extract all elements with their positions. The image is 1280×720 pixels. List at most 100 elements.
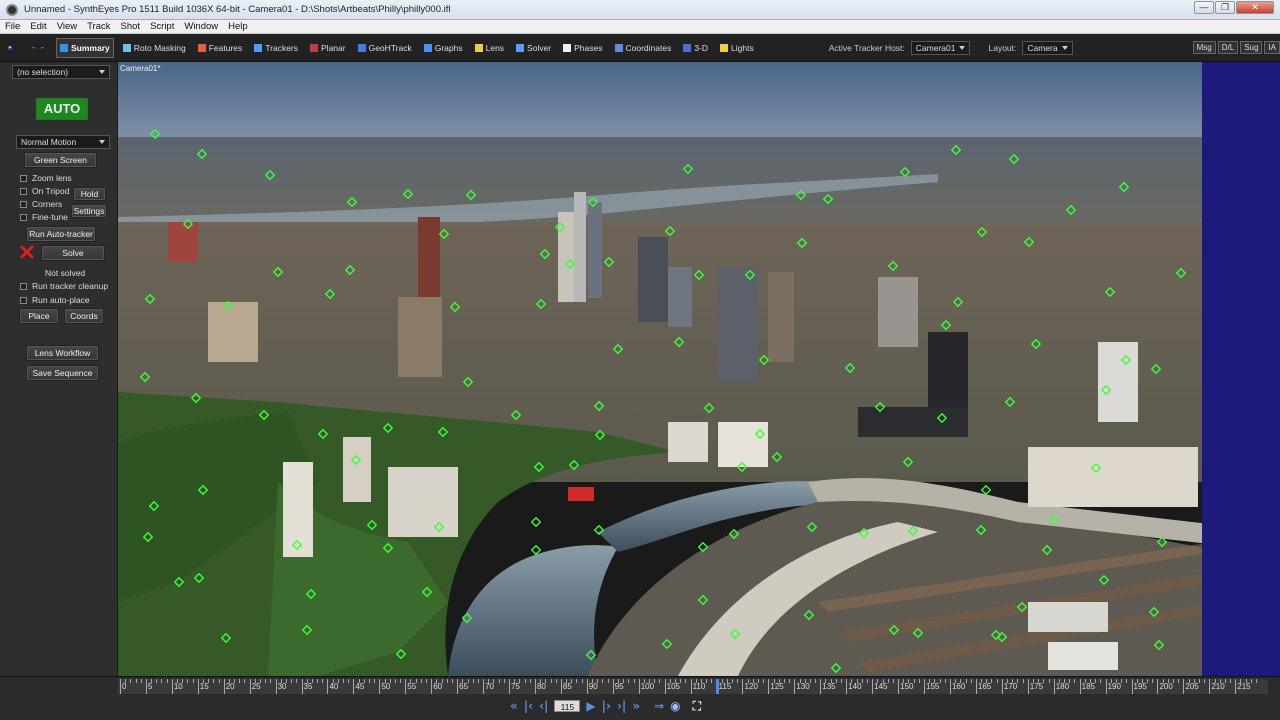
room-tab-roto-masking[interactable]: Roto Masking [120,38,189,58]
minimize-button[interactable]: — [1194,1,1214,14]
next-frame-icon[interactable]: |› [602,699,611,713]
menu-window[interactable]: Window [179,21,223,32]
menu-script[interactable]: Script [145,21,179,32]
ruler-tick [685,679,687,683]
motion-dropdown[interactable]: Normal Motion [16,135,110,149]
on-tripod-checkbox[interactable]: On Tripod [20,186,69,196]
room-icon [310,43,319,52]
room-icon [60,43,68,52]
chevron-down-icon [99,70,105,74]
room-tab-coordinates[interactable]: Coordinates [612,38,675,58]
tracker-marker[interactable] [980,484,992,496]
on-tripod-label: On Tripod [32,186,70,196]
ruler-tick-label: 15 [199,682,209,691]
room-tab-geohtrack[interactable]: GeoHTrack [355,38,415,58]
previous-frame-icon[interactable]: ‹| [539,699,548,713]
room-tab-lights[interactable]: Lights [717,38,757,58]
close-button[interactable]: ✕ [1236,1,1274,14]
menu-track[interactable]: Track [82,21,115,32]
auto-button[interactable]: AUTO [35,97,89,121]
tracker-marker[interactable] [530,516,542,528]
menu-file[interactable]: File [0,21,25,32]
ia-button[interactable]: IA [1264,41,1280,54]
sug-button[interactable]: Sug [1240,41,1263,54]
room-tab-summary[interactable]: Summary [56,37,114,58]
menu-view[interactable]: View [52,21,82,32]
ruler-tick-label: 135 [822,682,836,691]
zoom-lens-checkbox[interactable]: Zoom lens [20,173,72,183]
room-tab-phases[interactable]: Phases [560,38,605,58]
room-icon [474,43,483,52]
room-tab-features[interactable]: Features [195,38,246,58]
frame-ruler[interactable]: 0 5 10 15 20 25 30 35 40 45 50 55 60 65 70 75 80 85 90 95 10… [118,679,1268,694]
ruler-tick-label: 125 [770,682,784,691]
timebar: 0 5 10 15 20 25 30 35 40 45 50 55 60 65 70 75 80 85 90 95 10… [0,676,1280,720]
playhead[interactable] [715,679,719,694]
room-tab-planar[interactable]: Planar [307,38,349,58]
redo-icon[interactable] [40,40,44,56]
ruler-tick [1105,679,1107,694]
ruler-tick [841,679,843,683]
place-button[interactable]: Place [19,308,59,324]
ruler-tick [249,679,251,694]
run-auto-place-checkbox[interactable]: Run auto-place [20,295,90,305]
ruler-tick [768,679,770,694]
camera-viewport[interactable]: Camera01* [118,62,1280,676]
msg-button[interactable]: Msg [1192,41,1216,54]
fit-frame-icon[interactable]: ⛶ [693,699,701,714]
next-key-icon[interactable]: ›| [617,699,626,713]
save-sequence-button[interactable]: Save Sequence [26,365,99,381]
room-tab-trackers[interactable]: Trackers [251,38,301,58]
ruler-tick [145,679,147,694]
ruler-tick [1121,679,1123,683]
dl-button[interactable]: D/L [1217,41,1239,54]
room-tab-label: Graphs [434,42,463,53]
chevron-down-icon [99,140,105,144]
loop-arrow-icon[interactable]: ⇒ [654,699,664,713]
coords-button[interactable]: Coords [64,308,104,324]
room-tab-solver[interactable]: Solver [513,38,554,58]
fine-tune-checkbox[interactable]: Fine-tune [20,212,68,222]
layout-dropdown[interactable]: Camera [1022,40,1073,55]
settings-button[interactable]: Settings [71,204,107,218]
tracker-marker[interactable] [530,544,542,556]
ruler-tick-label: 180 [1055,682,1070,691]
solve-button[interactable]: Solve [41,245,105,261]
hold-button[interactable]: Hold [73,187,106,201]
ruler-tick [187,679,189,683]
ruler-tick [270,679,272,683]
ruler-tick [1224,679,1226,683]
menu-edit[interactable]: Edit [25,21,51,32]
forward-to-end-icon[interactable]: » [632,699,640,713]
rewind-to-start-icon[interactable]: « [510,699,518,713]
room-tab-graphs[interactable]: Graphs [421,38,466,58]
ruler-tick [343,679,345,683]
menu-shot[interactable]: Shot [116,21,146,32]
ruler-tick [550,679,552,683]
ruler-tick-label: 95 [614,682,624,691]
lens-workflow-button[interactable]: Lens Workflow [26,345,99,361]
ruler-tick [711,679,713,683]
play-icon[interactable]: ▶ [586,699,595,713]
selection-dropdown[interactable]: (no selection) [12,65,110,79]
green-screen-button[interactable]: Green Screen [24,152,97,168]
ruler-tick [1256,679,1257,683]
ruler-tick [498,679,500,683]
motion-value: Normal Motion [21,137,77,147]
current-frame-field[interactable]: 115 [554,700,581,712]
run-tracker-cleanup-checkbox[interactable]: Run tracker cleanup [20,281,108,291]
zoom-timebar-icon[interactable]: ◉ [670,699,680,713]
room-tab-lens[interactable]: Lens [472,38,507,58]
ruler-tick-label: 190 [1107,682,1121,691]
corners-checkbox[interactable]: Corners [20,199,62,209]
active-tracker-host-dropdown[interactable]: Camera01 [910,40,971,55]
maximize-button[interactable]: ❐ [1215,1,1235,14]
room-tab-3-d[interactable]: 3-D [680,38,711,58]
run-auto-tracker-button[interactable]: Run Auto-tracker [26,226,96,242]
ruler-tick [706,679,708,683]
undo-icon[interactable] [32,40,36,56]
menu-help[interactable]: Help [223,21,253,32]
ruler-tick [939,679,941,683]
save-icon[interactable] [8,40,12,56]
previous-key-icon[interactable]: |‹ [524,699,533,713]
